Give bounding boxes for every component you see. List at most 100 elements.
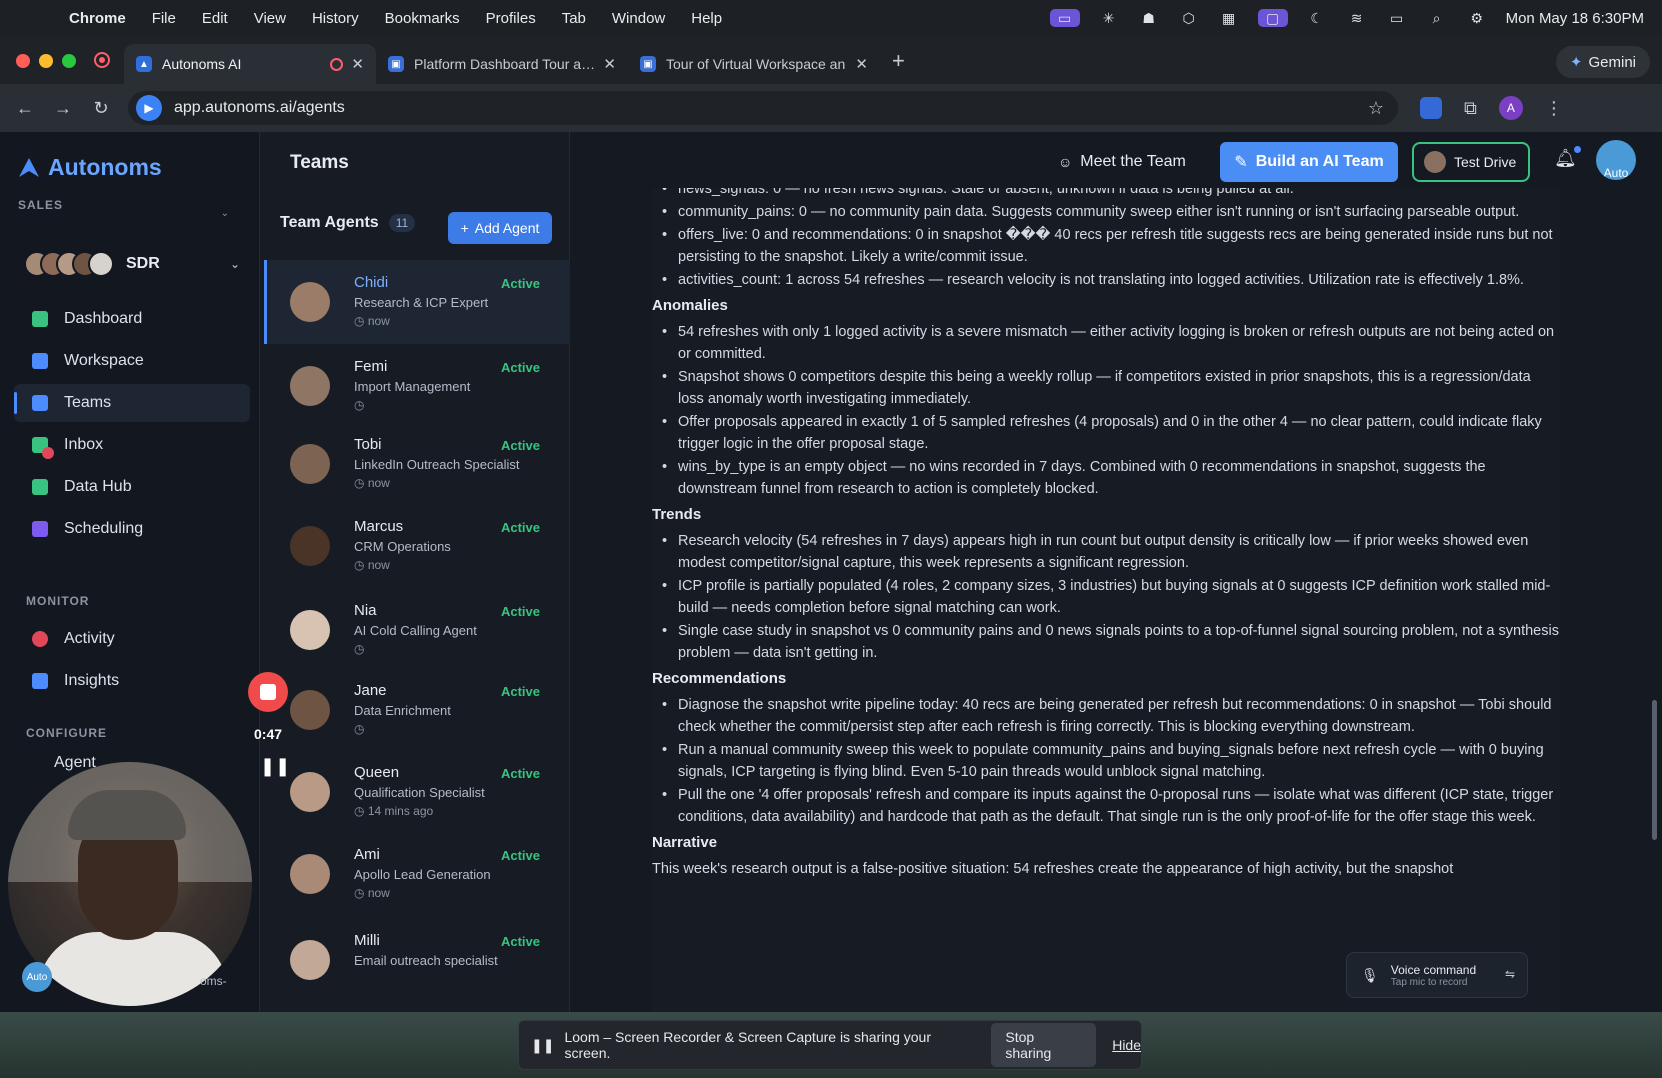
forward-icon[interactable]: → xyxy=(44,98,82,119)
window-icon[interactable]: ▢ xyxy=(1257,9,1288,27)
close-tab-icon[interactable]: ✕ xyxy=(351,55,364,73)
cube-icon[interactable]: ⬡ xyxy=(1178,9,1200,27)
extensions-puzzle-icon[interactable]: ⧉ xyxy=(1464,98,1477,119)
agent-card-marcus[interactable]: Marcus CRM Operations ◷ now Active xyxy=(264,504,570,588)
close-tab-icon[interactable]: ✕ xyxy=(855,55,868,73)
pause-icon[interactable]: ❚❚ xyxy=(531,1037,554,1054)
user-avatar[interactable]: Auto xyxy=(1596,140,1636,180)
agent-card-chidi[interactable]: Chidi Research & ICP Expert ◷ now Active xyxy=(264,260,570,344)
build-ai-team-button[interactable]: ✎ Build an AI Team xyxy=(1220,142,1398,182)
sidebar-item-teams[interactable]: Teams xyxy=(14,384,250,422)
people-icon[interactable]: ☗ xyxy=(1138,9,1160,27)
close-tab-icon[interactable]: ✕ xyxy=(603,55,616,73)
hide-button[interactable]: Hide xyxy=(1112,1037,1141,1053)
gemini-button[interactable]: ✦ Gemini xyxy=(1555,46,1650,78)
minimize-window-icon[interactable] xyxy=(39,54,53,68)
menu-profiles[interactable]: Profiles xyxy=(473,10,549,27)
clock-icon: ◷ xyxy=(354,314,368,328)
back-icon[interactable]: ← xyxy=(6,98,44,119)
sidebar-item-data-hub[interactable]: Data Hub xyxy=(14,468,250,506)
zoom-window-icon[interactable] xyxy=(62,54,76,68)
menu-tab[interactable]: Tab xyxy=(549,10,599,27)
agent-name: Tobi xyxy=(354,436,382,453)
menu-view[interactable]: View xyxy=(241,10,299,27)
tab-virtual-workspace[interactable]: ▣ Tour of Virtual Workspace an ✕ xyxy=(628,44,880,84)
sidebar-item-activity[interactable]: Activity xyxy=(14,620,250,658)
sidebar-item-label: Workspace xyxy=(64,352,144,369)
sidebar-item-workspace[interactable]: Workspace xyxy=(14,342,250,380)
sidebar-item-dashboard[interactable]: Dashboard xyxy=(14,300,250,338)
site-info-icon[interactable]: ▶ xyxy=(136,95,162,121)
build-label: Build an AI Team xyxy=(1255,153,1384,170)
test-drive-label: Test Drive xyxy=(1454,154,1517,170)
list-item: ICP profile is partially populated (4 ro… xyxy=(658,575,1560,619)
pause-icon[interactable]: ❚❚ xyxy=(260,756,290,777)
content-scrollbar[interactable] xyxy=(1652,700,1657,840)
new-tab-icon[interactable]: + xyxy=(880,48,917,84)
stop-recording-button[interactable] xyxy=(248,672,288,712)
agent-card-nia[interactable]: Nia AI Cold Calling Agent ◷ Active xyxy=(264,588,570,672)
moon-icon[interactable]: ☾ xyxy=(1306,9,1328,27)
sidebar-item-insights[interactable]: Insights xyxy=(14,662,250,700)
screen-share-icon[interactable]: ▭ xyxy=(1049,9,1080,27)
agent-name: Chidi xyxy=(354,274,389,291)
tab-platform-dashboard[interactable]: ▣ Platform Dashboard Tour and ✕ xyxy=(376,44,628,84)
sparkle-icon[interactable]: ✳ xyxy=(1098,9,1120,27)
agent-card-jane[interactable]: Jane Data Enrichment ◷ Active xyxy=(264,668,570,752)
menu-file[interactable]: File xyxy=(139,10,189,27)
add-agent-button[interactable]: + Add Agent xyxy=(448,212,552,244)
control-center-icon[interactable]: ⚙ xyxy=(1466,9,1488,27)
menu-edit[interactable]: Edit xyxy=(189,10,241,27)
stop-sharing-button[interactable]: Stop sharing xyxy=(991,1023,1097,1067)
agent-card-femi[interactable]: Femi Import Management ◷ Active xyxy=(264,344,570,428)
tab-autonoms[interactable]: ▲ Autonoms AI ✕ xyxy=(124,44,376,84)
list-item: Research velocity (54 refreshes in 7 day… xyxy=(658,530,1560,574)
meet-the-team-button[interactable]: ☺ Meet the Team xyxy=(1058,142,1186,182)
team-selector[interactable]: SDR ⌄ xyxy=(24,246,240,282)
agent-last-active: ◷ now xyxy=(354,314,504,328)
profile-avatar[interactable]: A xyxy=(1498,96,1523,120)
voice-command-widget[interactable]: 🎙︎ Voice command Tap mic to record ⇋ xyxy=(1346,952,1528,998)
test-drive-button[interactable]: Test Drive xyxy=(1412,142,1530,182)
agent-card-queen[interactable]: Queen Qualification Specialist ◷ 14 mins a… xyxy=(264,750,570,834)
agent-card-ami[interactable]: Ami Apollo Lead Generation ◷ now Active xyxy=(264,832,570,916)
status-badge: Active xyxy=(500,438,540,453)
menu-window[interactable]: Window xyxy=(599,10,678,27)
reload-icon[interactable]: ↻ xyxy=(82,98,120,119)
agent-card-tobi[interactable]: Tobi LinkedIn Outreach Specialist ◷ now Ac… xyxy=(264,422,570,506)
tab-bar: ▲ Autonoms AI ✕ ▣ Platform Dashboard Tou… xyxy=(0,36,1662,84)
sliders-icon[interactable]: ⇋ xyxy=(1505,967,1515,981)
microphone-icon[interactable]: 🎙︎ xyxy=(1361,967,1379,984)
section-heading-trends: Trends xyxy=(652,506,702,523)
agent-last-active: ◷ xyxy=(354,398,504,412)
menu-bookmarks[interactable]: Bookmarks xyxy=(372,10,473,27)
extension-icon[interactable] xyxy=(1420,97,1442,119)
chrome-menu-icon[interactable]: ⋮ xyxy=(1545,98,1563,119)
search-icon[interactable]: ⌕ xyxy=(1426,9,1448,27)
menu-app[interactable]: Chrome xyxy=(56,10,139,27)
agent-card-milli[interactable]: Milli Email outreach specialist Active xyxy=(264,918,570,1002)
agent-name: Femi xyxy=(354,358,388,375)
list-item: 54 refreshes with only 1 logged activity… xyxy=(658,321,1560,365)
clock-icon: ◷ xyxy=(354,722,365,736)
chevron-down-icon[interactable]: ⌄ xyxy=(221,208,229,219)
status-badge: Active xyxy=(500,684,540,699)
app-header: ☺ Meet the Team ✎ Build an AI Team Test … xyxy=(570,132,1662,188)
clock[interactable]: Mon May 18 6:30PM xyxy=(1506,10,1644,27)
menu-help[interactable]: Help xyxy=(678,10,735,27)
autonoms-logo[interactable]: Autonoms xyxy=(18,154,162,181)
bell-icon[interactable]: 🔔︎ xyxy=(1554,146,1581,169)
grid-icon[interactable]: ▦ xyxy=(1218,9,1240,27)
battery-icon[interactable]: ▭ xyxy=(1386,9,1408,27)
narrative-text: This week's research output is a false-p… xyxy=(652,861,1454,877)
sidebar-item-inbox[interactable]: Inbox xyxy=(14,426,250,464)
mac-menubar: Chrome File Edit View History Bookmarks … xyxy=(0,0,1662,36)
url-field[interactable]: ▶ app.autonoms.ai/agents ☆ xyxy=(128,91,1398,125)
bookmark-star-icon[interactable]: ☆ xyxy=(1368,98,1384,119)
close-window-icon[interactable] xyxy=(16,54,30,68)
user-avatar-small[interactable]: Auto xyxy=(22,962,52,992)
menu-history[interactable]: History xyxy=(299,10,372,27)
sidebar-item-scheduling[interactable]: Scheduling xyxy=(14,510,250,548)
wifi-icon[interactable]: ≋ xyxy=(1346,9,1368,27)
agent-last-active: ◷ now xyxy=(354,476,504,490)
